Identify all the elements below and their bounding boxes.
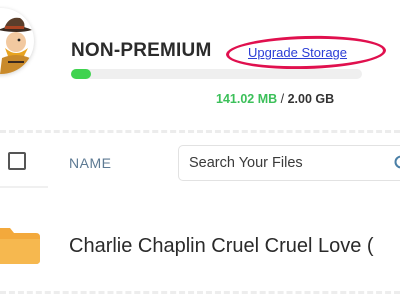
file-manager-page: NON-PREMIUM Upgrade Storage 141.02 MB / … xyxy=(0,0,400,300)
row-divider xyxy=(0,291,400,294)
plan-title: NON-PREMIUM xyxy=(71,40,212,61)
search-input[interactable] xyxy=(189,146,379,180)
storage-usage-fill xyxy=(71,69,92,79)
avatar[interactable] xyxy=(0,8,34,74)
select-all-checkbox[interactable] xyxy=(8,152,26,170)
section-divider xyxy=(0,130,400,133)
name-column-header[interactable]: NAME xyxy=(69,155,111,171)
cowboy-avatar-icon xyxy=(0,17,32,74)
file-row[interactable]: Charlie Chaplin Cruel Cruel Love ( xyxy=(0,222,400,274)
search-icon[interactable] xyxy=(393,154,400,174)
file-name[interactable]: Charlie Chaplin Cruel Cruel Love ( xyxy=(69,235,374,258)
storage-total: 2.00 GB xyxy=(287,92,335,106)
storage-usage-text: 141.02 MB / 2.00 GB xyxy=(216,92,334,106)
storage-used: 141.02 MB xyxy=(216,92,278,106)
upgrade-storage-link[interactable]: Upgrade Storage xyxy=(248,45,347,60)
storage-usage-bar xyxy=(71,69,362,79)
search-box[interactable] xyxy=(178,145,400,181)
folder-icon xyxy=(0,228,40,264)
storage-separator: / xyxy=(277,92,288,106)
